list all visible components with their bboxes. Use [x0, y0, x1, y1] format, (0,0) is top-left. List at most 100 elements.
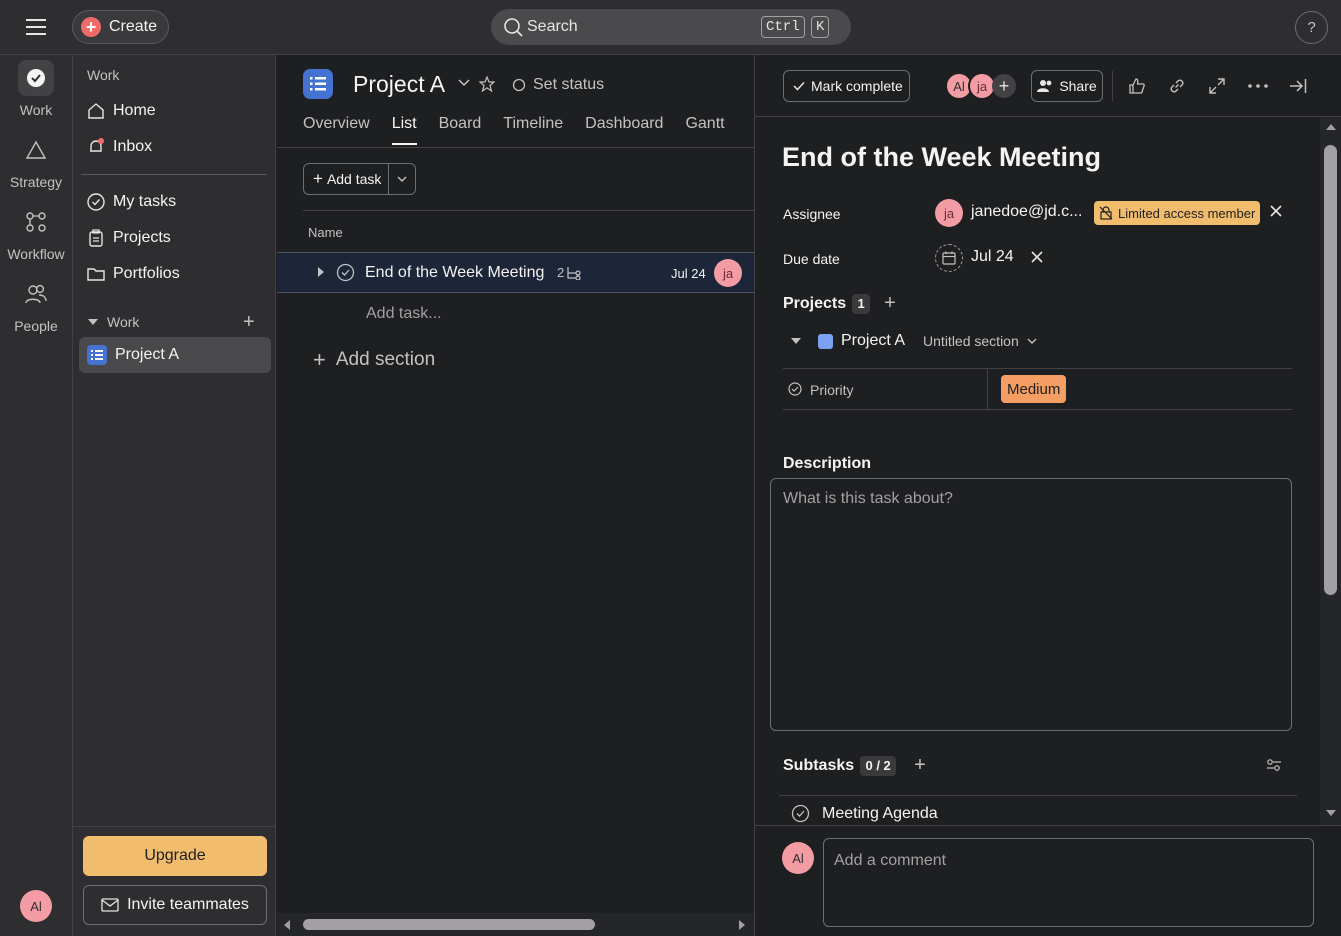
tab-dashboard[interactable]: Dashboard	[585, 115, 663, 145]
add-task-button[interactable]: + Add task	[304, 164, 389, 194]
mark-complete-button[interactable]: Mark complete	[783, 70, 910, 102]
vertical-scroll-thumb[interactable]	[1324, 145, 1337, 595]
rail-item-workflow[interactable]: Workflow	[0, 204, 72, 262]
add-project-icon[interactable]: +	[884, 292, 896, 315]
left-rail: Work Strategy Workflow People Al	[0, 55, 72, 936]
task-due-date[interactable]: Jul 24	[671, 266, 706, 281]
set-status-button[interactable]: Set status	[512, 76, 604, 94]
scroll-left-arrow-icon[interactable]	[283, 919, 291, 931]
task-name[interactable]: End of the Week Meeting	[365, 264, 544, 282]
project-color-swatch	[818, 333, 833, 349]
people-icon	[1037, 80, 1052, 92]
set-status-label: Set status	[533, 76, 605, 93]
mail-icon	[101, 898, 119, 912]
horizontal-scroll-thumb[interactable]	[303, 919, 595, 930]
subtask-options-icon[interactable]	[1266, 758, 1282, 772]
vertical-scrollbar[interactable]	[1320, 117, 1341, 825]
rail-item-work[interactable]: Work	[0, 60, 72, 118]
sidebar-section-work[interactable]: Work +	[79, 304, 271, 340]
sidebar-item-projects[interactable]: Projects	[79, 220, 271, 256]
description-field[interactable]: What is this task about?	[770, 478, 1292, 731]
assignee-name[interactable]: janedoe@jd.c...	[971, 203, 1082, 221]
share-button[interactable]: Share	[1031, 70, 1103, 102]
column-header-name[interactable]: Name	[308, 225, 343, 240]
add-collaborator-icon[interactable]: +	[992, 74, 1016, 98]
like-icon[interactable]	[1126, 75, 1148, 97]
invite-teammates-button[interactable]: Invite teammates	[83, 885, 267, 925]
tab-gantt[interactable]: Gantt	[685, 115, 724, 145]
scroll-down-arrow-icon[interactable]	[1325, 809, 1337, 817]
upgrade-button[interactable]: Upgrade	[83, 836, 267, 876]
sidebar: Work Home Inbox My tasks Projects Portfo…	[72, 55, 276, 936]
hamburger-menu-icon[interactable]	[22, 15, 50, 39]
remove-assignee-icon[interactable]	[1270, 205, 1282, 217]
task-title[interactable]: End of the Week Meeting	[782, 142, 1101, 173]
project-membership: Project A Untitled section	[790, 332, 1037, 350]
star-icon[interactable]	[479, 76, 495, 92]
add-task-inline[interactable]: Add task...	[366, 305, 442, 323]
scroll-right-arrow-icon[interactable]	[738, 919, 746, 931]
help-button[interactable]: ?	[1295, 11, 1328, 44]
add-project-icon[interactable]: +	[243, 311, 255, 334]
subtask-complete-checkbox[interactable]	[791, 804, 810, 823]
task-complete-checkbox[interactable]	[336, 263, 355, 282]
assignee-avatar[interactable]: ja	[935, 199, 963, 227]
sidebar-item-inbox[interactable]: Inbox	[79, 129, 271, 165]
chevron-down-icon[interactable]	[458, 79, 470, 87]
sidebar-item-home[interactable]: Home	[79, 93, 271, 129]
priority-value[interactable]: Medium	[1001, 375, 1067, 403]
search-input[interactable]: Search Ctrl K	[491, 9, 851, 45]
project-list-icon	[87, 345, 107, 365]
add-subtask-icon[interactable]: +	[914, 754, 926, 777]
list-header-divider	[303, 210, 754, 211]
expand-icon[interactable]	[1206, 75, 1228, 97]
caret-right-icon[interactable]	[317, 266, 325, 278]
plus-icon: +	[313, 347, 326, 372]
priority-divider	[987, 369, 988, 411]
comment-input[interactable]: Add a comment	[823, 838, 1314, 927]
clipboard-icon	[87, 229, 105, 247]
sidebar-item-my-tasks[interactable]: My tasks	[79, 184, 271, 220]
link-icon[interactable]	[1166, 75, 1188, 97]
close-pane-icon[interactable]	[1287, 75, 1309, 97]
section-select[interactable]: Untitled section	[923, 333, 1019, 349]
tab-board[interactable]: Board	[439, 115, 482, 145]
subtask-count-value: 2	[557, 265, 565, 280]
search-placeholder: Search	[527, 18, 578, 35]
task-assignee-avatar[interactable]: ja	[714, 259, 742, 287]
tab-timeline[interactable]: Timeline	[503, 115, 563, 145]
subtask-name[interactable]: Meeting Agenda	[822, 805, 938, 823]
create-button[interactable]: + Create	[72, 10, 169, 44]
avatar: Al	[782, 842, 814, 874]
sidebar-item-label: Portfolios	[113, 265, 180, 282]
subtask-count[interactable]: 2	[557, 265, 582, 280]
add-task-dropdown[interactable]	[389, 176, 415, 182]
add-section-button[interactable]: + Add section	[313, 347, 435, 373]
calendar-icon[interactable]	[935, 244, 963, 272]
bell-icon	[87, 138, 105, 156]
workflow-icon	[18, 204, 54, 240]
list-item[interactable]: Meeting Agenda	[791, 804, 938, 823]
clear-due-date-icon[interactable]	[1031, 251, 1043, 263]
chevron-down-icon[interactable]	[1027, 338, 1037, 344]
search-icon	[503, 17, 523, 37]
projects-count-badge: 1	[852, 293, 871, 314]
table-row[interactable]: End of the Week Meeting 2 Jul 24 ja	[277, 252, 754, 293]
project-name[interactable]: Project A	[841, 332, 905, 350]
caret-down-icon[interactable]	[790, 337, 802, 345]
rail-item-people[interactable]: People	[0, 276, 72, 334]
sidebar-item-project-a[interactable]: Project A	[79, 337, 271, 373]
people-icon	[18, 276, 54, 312]
tab-overview[interactable]: Overview	[303, 115, 370, 145]
more-options-icon[interactable]	[1247, 75, 1269, 97]
user-avatar[interactable]: Al	[20, 890, 52, 922]
due-date-value[interactable]: Jul 24	[971, 248, 1014, 266]
sidebar-item-portfolios[interactable]: Portfolios	[79, 256, 271, 292]
rail-item-strategy[interactable]: Strategy	[0, 132, 72, 190]
horizontal-scrollbar[interactable]	[277, 913, 754, 936]
priority-field: Priority Medium	[783, 368, 1292, 411]
triangle-icon	[18, 132, 54, 168]
scroll-up-arrow-icon[interactable]	[1325, 123, 1337, 131]
tab-list[interactable]: List	[391, 115, 417, 145]
description-label: Description	[783, 455, 872, 472]
